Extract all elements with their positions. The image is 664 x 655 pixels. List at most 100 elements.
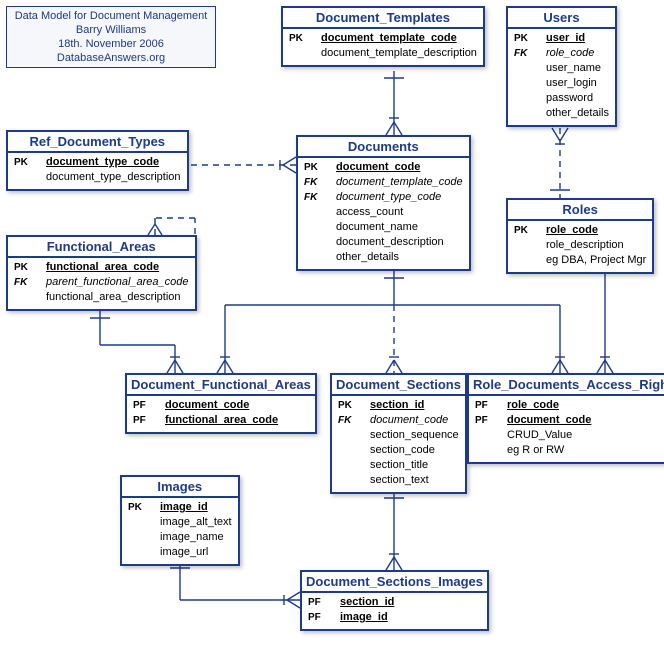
entity-document-sections-images: Document_Sections_Images PFsection_idPFi… (300, 570, 489, 631)
field-row: other_details (300, 250, 467, 265)
entity-title: Document_Sections_Images (302, 572, 487, 593)
info-author: Barry Williams (11, 23, 211, 37)
field-name: section_id (336, 595, 398, 610)
field-key (334, 473, 366, 488)
field-key (510, 61, 542, 76)
field-key (124, 530, 156, 545)
field-row: other_details (510, 106, 613, 121)
field-row: role_description (510, 238, 650, 253)
field-row: image_alt_text (124, 515, 236, 530)
field-row: document_name (300, 220, 467, 235)
field-key: FK (300, 190, 332, 205)
field-name: document_template_code (332, 175, 467, 190)
field-row: password (510, 91, 613, 106)
entity-roles: Roles PKrole_coderole_descriptioneg DBA,… (506, 198, 654, 274)
field-key: PK (510, 31, 542, 46)
field-row: section_sequence (334, 428, 463, 443)
field-name: document_description (332, 235, 467, 250)
field-row: image_url (124, 545, 236, 560)
field-key (334, 443, 366, 458)
field-row: CRUD_Value (471, 428, 595, 443)
field-row: user_name (510, 61, 613, 76)
field-name: document_type_code (332, 190, 467, 205)
field-key: PF (304, 610, 336, 625)
entity-functional-areas: Functional_Areas PKfunctional_area_codeF… (6, 235, 197, 311)
field-row: eg DBA, Project Mgr (510, 253, 650, 268)
info-title: Data Model for Document Management (11, 9, 211, 23)
field-key: PF (471, 398, 503, 413)
field-row: functional_area_description (10, 290, 193, 305)
field-name: eg DBA, Project Mgr (542, 253, 650, 268)
field-key: PK (10, 260, 42, 275)
field-row: FKdocument_template_code (300, 175, 467, 190)
field-key (334, 458, 366, 473)
field-row: section_code (334, 443, 463, 458)
field-row: section_text (334, 473, 463, 488)
entity-title: Document_Functional_Areas (127, 375, 315, 396)
field-key (510, 76, 542, 91)
entity-document-sections: Document_Sections PKsection_idFKdocument… (330, 373, 467, 494)
field-name: document_code (503, 413, 595, 428)
entity-images: Images PKimage_idimage_alt_textimage_nam… (120, 475, 240, 566)
info-source: DatabaseAnswers.org (11, 51, 211, 65)
field-name: image_id (336, 610, 398, 625)
field-name: parent_functional_area_code (42, 275, 193, 290)
field-row: FKdocument_type_code (300, 190, 467, 205)
field-name: section_id (366, 398, 463, 413)
field-key (300, 250, 332, 265)
field-key (10, 170, 42, 185)
field-key (510, 253, 542, 268)
entity-documents: Documents PKdocument_codeFKdocument_temp… (296, 135, 471, 271)
field-key (510, 91, 542, 106)
field-row: PKrole_code (510, 223, 650, 238)
entity-ref-document-types: Ref_Document_Types PKdocument_type_coded… (6, 130, 189, 191)
entity-title: Document_Templates (283, 8, 483, 29)
field-row: PFdocument_code (471, 413, 595, 428)
field-key: FK (334, 413, 366, 428)
field-name: functional_area_code (161, 413, 282, 428)
field-name: user_id (542, 31, 613, 46)
diagram-info: Data Model for Document Management Barry… (6, 6, 216, 68)
field-row: PKsection_id (334, 398, 463, 413)
entity-title: Documents (298, 137, 469, 158)
field-row: PFfunctional_area_code (129, 413, 282, 428)
field-name: user_name (542, 61, 613, 76)
field-name: access_count (332, 205, 467, 220)
field-name: image_alt_text (156, 515, 236, 530)
field-row: FKparent_functional_area_code (10, 275, 193, 290)
field-name: functional_area_description (42, 290, 193, 305)
field-name: document_template_code (317, 31, 481, 46)
field-key (510, 106, 542, 121)
field-key: PF (129, 398, 161, 413)
field-row: PKdocument_template_code (285, 31, 481, 46)
field-key: FK (300, 175, 332, 190)
field-name: document_name (332, 220, 467, 235)
field-name: document_type_description (42, 170, 185, 185)
field-key: PK (334, 398, 366, 413)
field-row: FKdocument_code (334, 413, 463, 428)
field-key: PK (10, 155, 42, 170)
field-row: PKdocument_code (300, 160, 467, 175)
field-name: other_details (542, 106, 613, 121)
field-name: role_code (542, 46, 613, 61)
field-name: role_description (542, 238, 650, 253)
field-name: document_type_code (42, 155, 185, 170)
field-key: PK (285, 31, 317, 46)
field-row: PKimage_id (124, 500, 236, 515)
field-name: section_code (366, 443, 463, 458)
field-row: document_type_description (10, 170, 185, 185)
field-row: PFdocument_code (129, 398, 282, 413)
field-name: section_title (366, 458, 463, 473)
field-name: role_code (503, 398, 595, 413)
field-row: access_count (300, 205, 467, 220)
field-row: PKdocument_type_code (10, 155, 185, 170)
field-name: image_id (156, 500, 236, 515)
field-key (285, 46, 317, 61)
entity-role-documents-access-rights: Role_Documents_Access_Rights PFrole_code… (467, 373, 664, 464)
field-row: document_description (300, 235, 467, 250)
field-row: eg R or RW (471, 443, 595, 458)
field-key: PF (304, 595, 336, 610)
field-name: user_login (542, 76, 613, 91)
field-name: document_code (161, 398, 282, 413)
field-row: section_title (334, 458, 463, 473)
